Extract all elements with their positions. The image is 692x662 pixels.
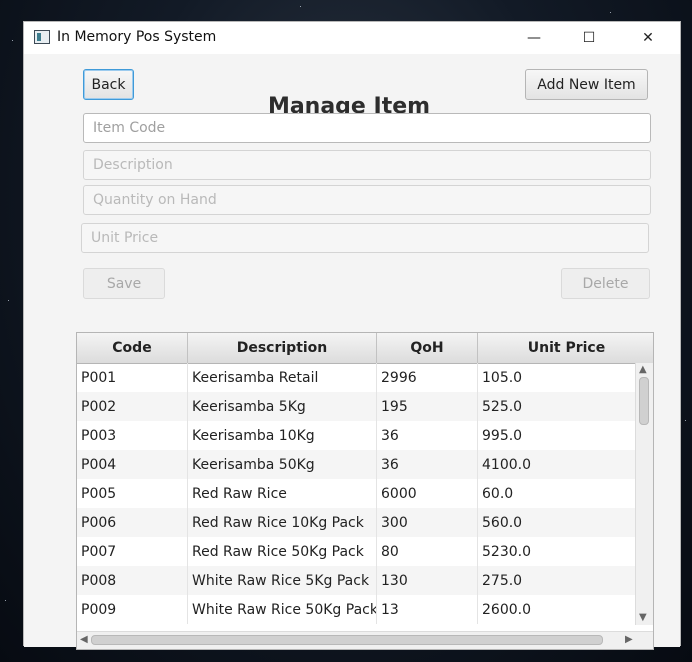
cell-qoh: 36 [377,421,478,450]
minimize-icon: — [527,30,541,46]
cell-description: Keerisamba 5Kg [188,392,377,421]
cell-description: Red Raw Rice 10Kg Pack [188,508,377,537]
cell-code: P002 [77,392,188,421]
cell-unit-price: 60.0 [478,479,637,508]
cell-unit-price: 525.0 [478,392,637,421]
cell-unit-price: 2600.0 [478,595,637,624]
column-header-unit-price[interactable]: Unit Price [478,333,653,363]
scroll-down-icon[interactable]: ▼ [639,613,647,623]
maximize-icon: ☐ [582,30,596,46]
column-header-qoh[interactable]: QoH [377,333,478,363]
horizontal-scroll-thumb[interactable] [91,635,603,645]
table-row[interactable]: P005 Red Raw Rice 6000 60.0 [77,479,637,508]
close-icon: ✕ [642,30,654,46]
app-icon [34,30,50,44]
delete-button[interactable]: Delete [561,268,650,299]
window-title: In Memory Pos System [57,29,217,45]
title-bar: In Memory Pos System — ☐ ✕ [24,22,680,54]
cell-qoh: 80 [377,537,478,566]
cell-description: Keerisamba 50Kg [188,450,377,479]
cell-unit-price: 560.0 [478,508,637,537]
cell-qoh: 300 [377,508,478,537]
cell-code: P006 [77,508,188,537]
unit-price-input[interactable]: Unit Price [81,223,649,253]
close-button[interactable]: ✕ [625,22,671,54]
table-row[interactable]: P001 Keerisamba Retail 2996 105.0 [77,363,637,392]
column-header-description[interactable]: Description [188,333,377,363]
cell-code: P009 [77,595,188,624]
add-new-item-button[interactable]: Add New Item [525,69,648,100]
table-row[interactable]: P004 Keerisamba 50Kg 36 4100.0 [77,450,637,479]
cell-qoh: 6000 [377,479,478,508]
quantity-on-hand-input[interactable]: Quantity on Hand [83,185,651,215]
item-code-input[interactable]: Item Code [83,113,651,143]
cell-code: P001 [77,363,188,392]
table-row[interactable]: P009 White Raw Rice 50Kg Pack 13 2600.0 [77,595,637,624]
app-window: In Memory Pos System — ☐ ✕ Back Manage I… [23,21,681,650]
table-row[interactable]: P003 Keerisamba 10Kg 36 995.0 [77,421,637,450]
column-header-code[interactable]: Code [77,333,188,363]
cell-qoh: 130 [377,566,478,595]
maximize-button[interactable]: ☐ [566,22,612,54]
cell-unit-price: 995.0 [478,421,637,450]
scroll-left-icon[interactable]: ◀ [80,635,88,645]
cell-description: Keerisamba Retail [188,363,377,392]
cell-code: P007 [77,537,188,566]
vertical-scroll-thumb[interactable] [639,377,649,425]
minimize-button[interactable]: — [511,22,557,54]
cell-unit-price: 5230.0 [478,537,637,566]
cell-unit-price: 105.0 [478,363,637,392]
manage-item-form: Back Manage Item Add New Item Item Code … [24,54,680,650]
cell-description: Keerisamba 10Kg [188,421,377,450]
cell-qoh: 2996 [377,363,478,392]
scroll-up-icon[interactable]: ▲ [639,365,647,375]
table-header: Code Description QoH Unit Price [77,333,653,364]
cell-code: P003 [77,421,188,450]
table-row[interactable]: P006 Red Raw Rice 10Kg Pack 300 560.0 [77,508,637,537]
table-row[interactable]: P007 Red Raw Rice 50Kg Pack 80 5230.0 [77,537,637,566]
cell-qoh: 195 [377,392,478,421]
cell-qoh: 36 [377,450,478,479]
cell-qoh: 13 [377,595,478,624]
table-row[interactable]: P002 Keerisamba 5Kg 195 525.0 [77,392,637,421]
cell-unit-price: 275.0 [478,566,637,595]
cell-code: P004 [77,450,188,479]
table-body: P001 Keerisamba Retail 2996 105.0 P002 K… [77,363,637,625]
items-table: Code Description QoH Unit Price P001 Kee… [76,332,654,650]
scroll-right-icon[interactable]: ▶ [625,635,633,645]
cell-unit-price: 4100.0 [478,450,637,479]
save-button[interactable]: Save [83,268,165,299]
cell-description: White Raw Rice 5Kg Pack [188,566,377,595]
back-button[interactable]: Back [83,69,134,100]
cell-description: Red Raw Rice [188,479,377,508]
horizontal-scrollbar[interactable]: ◀ ▶ [77,631,653,649]
table-row[interactable]: P008 White Raw Rice 5Kg Pack 130 275.0 [77,566,637,595]
cell-description: Red Raw Rice 50Kg Pack [188,537,377,566]
vertical-scrollbar[interactable]: ▲ ▼ [635,363,653,625]
cell-description: White Raw Rice 50Kg Pack [188,595,377,624]
cell-code: P008 [77,566,188,595]
description-input[interactable]: Description [83,150,651,180]
cell-code: P005 [77,479,188,508]
